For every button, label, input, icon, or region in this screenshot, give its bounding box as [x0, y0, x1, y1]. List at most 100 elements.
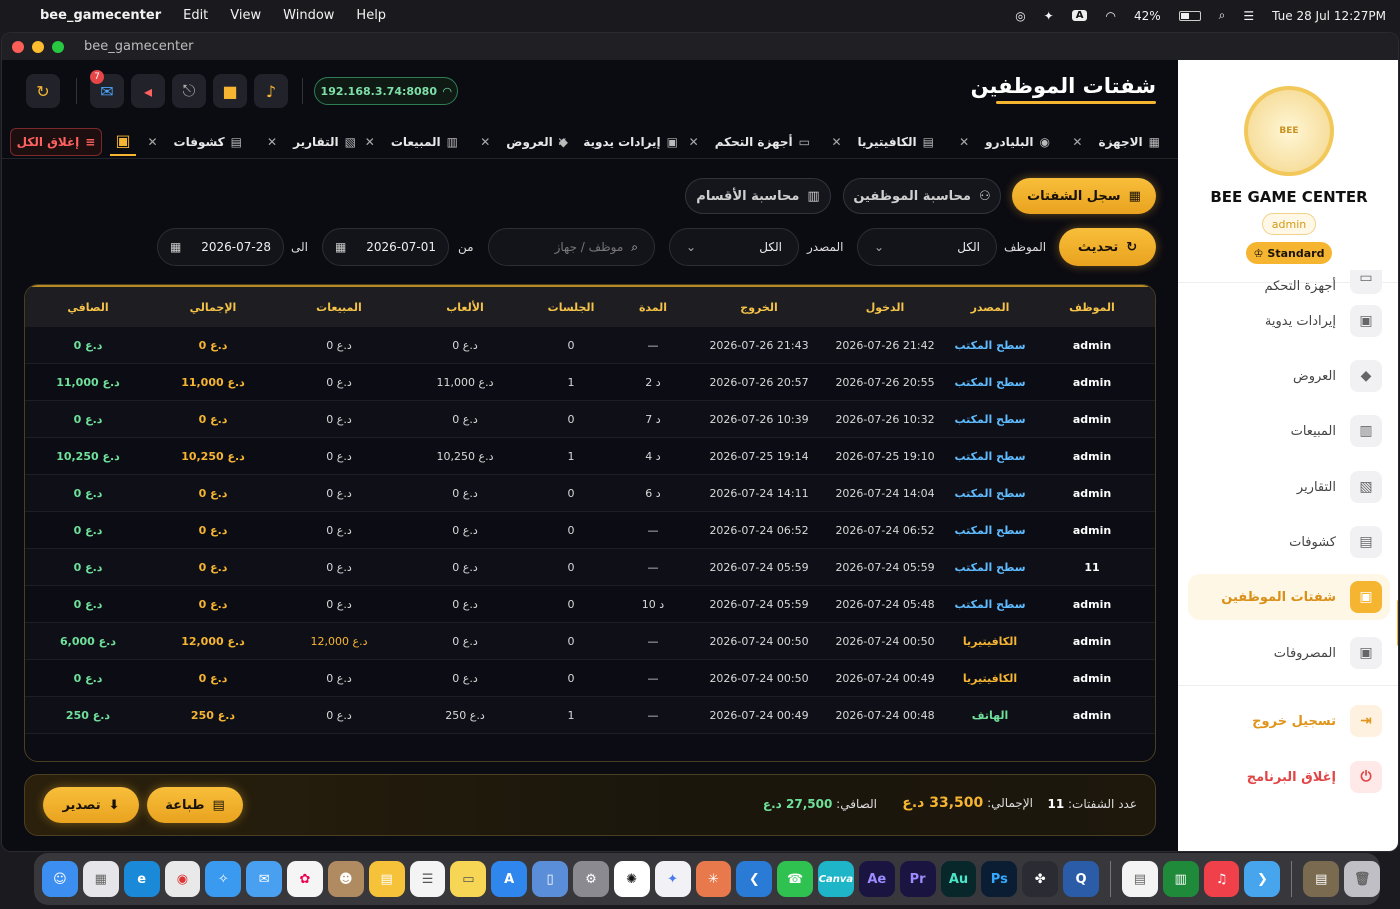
zoom-window-button[interactable]: [52, 40, 64, 53]
close-window-button[interactable]: [12, 40, 24, 53]
source-select[interactable]: ⌄ الكل: [669, 228, 799, 266]
numbers-icon[interactable]: ▥: [1162, 861, 1199, 897]
tab-statements[interactable]: ▤ كشوفات ✕: [147, 126, 242, 158]
close-all-tabs-button[interactable]: إغلاق الكل ≡: [10, 128, 102, 156]
tab-billiards[interactable]: ◉ البليادرو ✕: [959, 126, 1050, 158]
tab-offers[interactable]: ◆ العروض ✕: [480, 126, 568, 158]
tab-devices[interactable]: ▦ الاجهزة ✕: [1072, 126, 1160, 158]
tab-close-icon[interactable]: ✕: [480, 135, 490, 149]
tab-shifts-active[interactable]: ▣: [110, 126, 136, 156]
search-input[interactable]: موظف / جهاز ⌕: [488, 228, 655, 266]
col-logout[interactable]: الخروج: [697, 301, 821, 314]
tab-close-icon[interactable]: ✕: [365, 135, 375, 149]
bell-icon[interactable]: ♪: [254, 74, 288, 108]
col-source[interactable]: المصدر: [935, 301, 1045, 314]
tab-close-icon[interactable]: ✕: [959, 135, 969, 149]
col-duration[interactable]: المدة: [623, 301, 683, 314]
settings-icon[interactable]: ⚙: [572, 861, 609, 897]
table-row[interactable]: admin سطح المكتب 2026-07-25 19:10 2026-07-2…: [25, 438, 1155, 475]
sidebar-item-sales[interactable]: ▥ المبيعات: [1188, 408, 1390, 454]
tab-manual-revenue[interactable]: ▣ إيرادات يدوية ✕: [557, 126, 678, 158]
vscode-icon[interactable]: ❮: [736, 861, 773, 897]
close-app-button[interactable]: ⏻ إغلاق البرنامج: [1188, 754, 1390, 800]
battery-icon[interactable]: [1178, 10, 1201, 21]
minimize-window-button[interactable]: [32, 40, 44, 53]
table-row[interactable]: 11 سطح المكتب 2026-07-24 05:59 2026-07-24 0…: [25, 549, 1155, 586]
col-sales[interactable]: المبيعات: [279, 301, 399, 314]
menu-help[interactable]: Help: [356, 8, 386, 23]
app-store-icon[interactable]: A: [491, 861, 528, 897]
col-total[interactable]: الإجمالي: [153, 301, 273, 314]
tab-close-icon[interactable]: ✕: [831, 135, 841, 149]
tab-sales[interactable]: ▥ المبيعات ✕: [365, 126, 458, 158]
menu-window[interactable]: Window: [283, 8, 334, 23]
refresh-button[interactable]: تحديث ↻: [1059, 228, 1156, 266]
menubar-clock[interactable]: Tue 28 Jul 12:27PM: [1272, 9, 1386, 23]
menu-edit[interactable]: Edit: [183, 8, 208, 23]
finder-icon[interactable]: ☺: [42, 861, 78, 897]
col-login[interactable]: الدخول: [825, 301, 945, 314]
safari-icon[interactable]: ✧: [205, 861, 242, 897]
folder-icon[interactable]: ▤: [1303, 861, 1340, 897]
to-date-input[interactable]: ▦ 2026-07-28: [157, 228, 284, 266]
menubar-app-name[interactable]: bee_gamecenter: [40, 8, 161, 23]
table-row[interactable]: admin سطح المكتب 2026-07-24 05:48 2026-07-2…: [25, 586, 1155, 623]
logout-button[interactable]: ⇥ تسجيل خروج: [1188, 698, 1390, 744]
spotlight-icon[interactable]: ⌕: [1219, 8, 1226, 23]
photoshop-icon[interactable]: Ps: [981, 861, 1018, 897]
control-center-icon[interactable]: ☰: [1243, 9, 1254, 23]
mail-icon[interactable]: ✉: [246, 861, 283, 897]
from-date-input[interactable]: ▦ 2026-07-01: [322, 228, 449, 266]
whatsapp-icon[interactable]: ☎: [777, 861, 814, 897]
input-source-icon[interactable]: A: [1071, 10, 1088, 21]
sidebar-item-offers[interactable]: ◆ العروض: [1188, 353, 1390, 399]
tab-controllers[interactable]: ▭ أجهزة التحكم ✕: [689, 126, 810, 158]
sidebar-item-controllers[interactable]: ▭ أجهزة التحكم: [1188, 270, 1390, 294]
tab-close-icon[interactable]: ✕: [147, 135, 157, 149]
after-effects-icon[interactable]: Ae: [858, 861, 895, 897]
sparkle-icon[interactable]: ✦: [1044, 9, 1054, 23]
col-net[interactable]: الصافي: [25, 301, 151, 314]
sidebar-item-expenses[interactable]: ▣ المصروفات: [1188, 630, 1390, 676]
menu-view[interactable]: View: [230, 8, 261, 23]
exit-icon[interactable]: ⎋: [172, 74, 206, 108]
col-sessions[interactable]: الجلسات: [531, 301, 611, 314]
print-button[interactable]: طباعة ▤: [147, 787, 243, 823]
chatgpt-icon[interactable]: ✺: [613, 861, 650, 897]
col-games[interactable]: الألعاب: [405, 301, 525, 314]
reminders-icon[interactable]: ☰: [409, 861, 446, 897]
sidebar-item-shifts[interactable]: ▣ شفتات الموظفين: [1188, 574, 1390, 620]
wifi-icon[interactable]: ◠: [1105, 9, 1115, 23]
sidebar-item-reports[interactable]: ▧ التقارير: [1188, 464, 1390, 510]
refresh-icon[interactable]: ↻: [26, 74, 60, 108]
stickies-icon[interactable]: ▭: [450, 861, 487, 897]
employee-select[interactable]: ⌄ الكل: [857, 228, 997, 266]
contacts-icon[interactable]: ☻: [327, 861, 364, 897]
davinci-icon[interactable]: ✤: [1022, 861, 1059, 897]
employees-accounting-button[interactable]: محاسبة الموظفين ⚇: [843, 178, 1001, 214]
launchpad-icon[interactable]: ▦: [82, 861, 119, 897]
folder-icon[interactable]: ■: [213, 74, 247, 108]
flutter-icon[interactable]: ❯: [1244, 861, 1281, 897]
tab-cafeteria[interactable]: ▤ الكافيتيريا ✕: [831, 126, 934, 158]
sidebar-item-manual-revenue[interactable]: ▣ إيرادات يدوية: [1188, 298, 1390, 344]
table-row[interactable]: admin سطح المكتب 2026-07-24 06:52 2026-07-2…: [25, 512, 1155, 549]
table-row[interactable]: admin سطح المكتب 2026-07-26 20:55 2026-07-2…: [25, 364, 1155, 401]
chrome-icon[interactable]: ◉: [164, 861, 201, 897]
claude-icon[interactable]: ✳: [695, 861, 732, 897]
table-row[interactable]: admin الكافيتيريا 2026-07-24 00:49 2026-07-…: [25, 660, 1155, 697]
trash-icon[interactable]: 🗑: [1344, 861, 1380, 897]
tab-close-icon[interactable]: ✕: [689, 135, 699, 149]
table-row[interactable]: admin سطح المكتب 2026-07-26 10:32 2026-07-2…: [25, 401, 1155, 438]
notes-icon[interactable]: ▤: [368, 861, 405, 897]
shift-log-button[interactable]: سجل الشفتات ▦: [1012, 178, 1156, 214]
table-row[interactable]: admin الهاتف 2026-07-24 00:48 2026-07-24 00…: [25, 697, 1155, 734]
megaphone-icon[interactable]: ◂: [131, 74, 165, 108]
sections-accounting-button[interactable]: محاسبة الأقسام ▥: [685, 178, 831, 214]
sidebar-item-statements[interactable]: ▤ كشوفات: [1188, 519, 1390, 565]
col-employee[interactable]: الموظف: [1037, 301, 1147, 314]
table-row[interactable]: admin سطح المكتب 2026-07-26 21:42 2026-07-2…: [25, 327, 1155, 364]
photos-icon[interactable]: ✿: [287, 861, 323, 897]
export-button[interactable]: تصدير ⬇: [43, 787, 139, 823]
tab-close-icon[interactable]: ✕: [1072, 135, 1082, 149]
